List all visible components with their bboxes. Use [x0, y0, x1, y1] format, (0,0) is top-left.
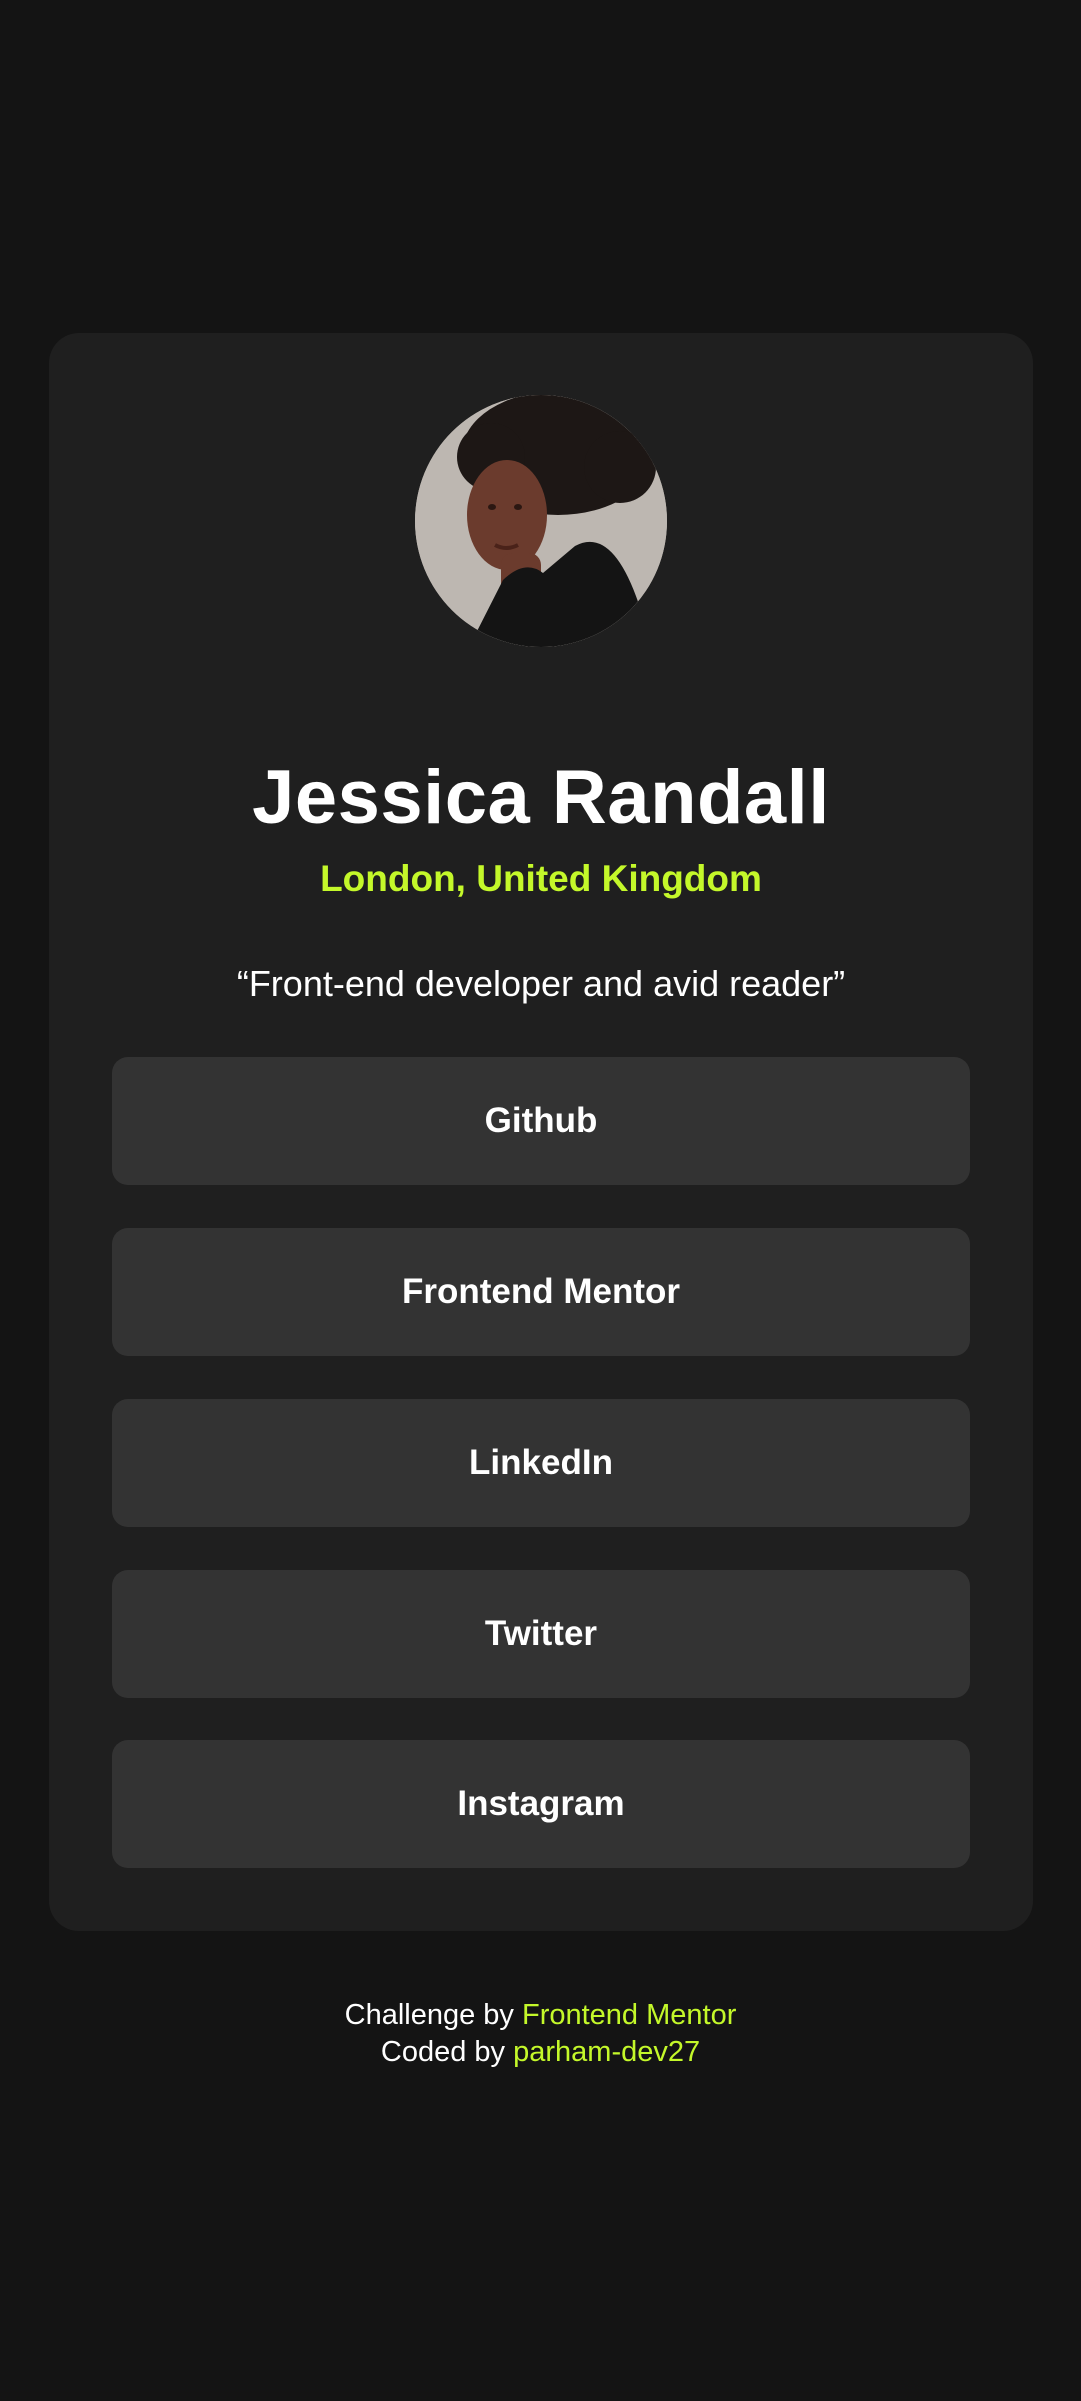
frontend-mentor-button[interactable]: Frontend Mentor: [112, 1228, 970, 1356]
coded-attribution: Coded by parham-dev27: [0, 2034, 1081, 2071]
author-link[interactable]: parham-dev27: [513, 2036, 700, 2068]
profile-bio: “Front-end developer and avid reader”: [236, 963, 846, 1004]
challenge-prefix: Challenge by: [344, 1999, 514, 2031]
profile-location: London, United Kingdom: [320, 858, 762, 899]
twitter-button[interactable]: Twitter: [112, 1570, 970, 1698]
linkedin-button[interactable]: LinkedIn: [112, 1399, 970, 1527]
attribution-footer: Challenge by Frontend Mentor Coded by pa…: [0, 1997, 1081, 2071]
challenge-attribution: Challenge by Frontend Mentor: [0, 1997, 1081, 2034]
profile-card: Jessica Randall London, United Kingdom “…: [49, 333, 1033, 1931]
instagram-button[interactable]: Instagram: [112, 1740, 970, 1868]
avatar: [415, 395, 667, 647]
challenge-link[interactable]: Frontend Mentor: [522, 1999, 736, 2031]
coded-prefix: Coded by: [380, 2036, 506, 2068]
profile-photo-icon: [415, 395, 667, 647]
github-button[interactable]: Github: [112, 1057, 970, 1185]
profile-name: Jessica Randall: [252, 754, 830, 840]
